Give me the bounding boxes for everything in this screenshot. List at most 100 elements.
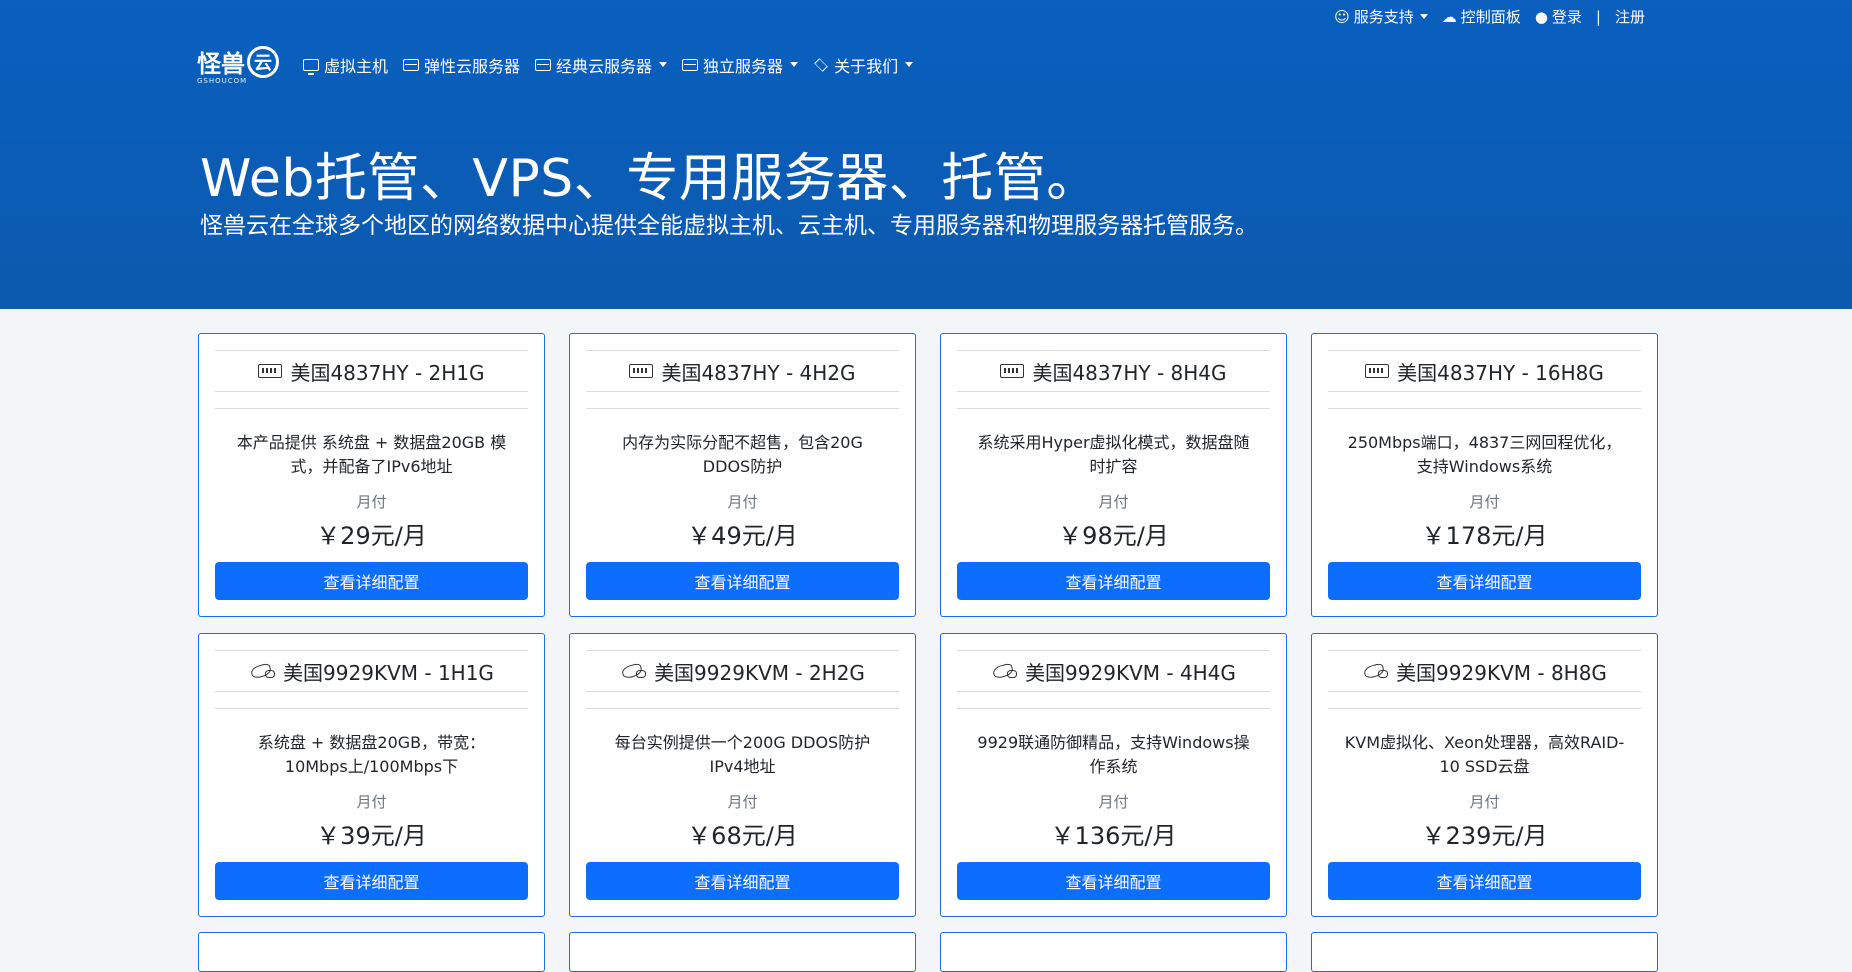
product-title: 美国4837HY - 2H1G — [215, 350, 528, 392]
product-title: 美国9929KVM - 1H1G — [215, 650, 528, 692]
dragon-icon — [991, 662, 1018, 680]
card-divider — [1328, 408, 1641, 409]
memory-icon — [1365, 364, 1390, 378]
product-title: 美国4837HY - 16H8G — [1328, 350, 1641, 392]
card-divider — [957, 408, 1270, 409]
product-card: 美国4837HY - 8H4G 系统采用Hyper虚拟化模式，数据盘随时扩容 月… — [940, 333, 1287, 617]
control-panel-label: 控制面板 — [1460, 8, 1521, 26]
nav-label: 弹性云服务器 — [424, 56, 521, 76]
product-description: 250Mbps端口，4837三网回程优化，支持Windows系统 — [1347, 433, 1622, 476]
view-details-button[interactable]: 查看详细配置 — [586, 562, 899, 600]
product-grid: 美国4837HY - 2H1G 本产品提供 系统盘 + 数据盘20GB 模式，并… — [198, 333, 1658, 917]
register-label: 注册 — [1614, 8, 1645, 26]
product-price: ￥239元/月 — [1421, 822, 1548, 850]
server-icon — [682, 58, 699, 71]
product-description: KVM虚拟化、Xeon处理器，高效RAID-10 SSD云盘 — [1344, 733, 1625, 776]
topbar-separator: | — [1595, 7, 1601, 26]
main-nav: 怪兽 云 GSHOUCOM 虚拟主机 弹性云服务器 经典云服务器 独立服务器 关… — [197, 44, 928, 85]
view-details-button[interactable]: 查看详细配置 — [957, 862, 1270, 900]
hero-header: ☺ 服务支持 ☁ 控制面板 ● 登录 | 注册 怪兽 云 GSHOUCOM 虚拟… — [0, 0, 1852, 309]
product-title: 美国4837HY - 4H2G — [586, 350, 899, 392]
card-divider — [1328, 708, 1641, 709]
card-divider — [215, 408, 528, 409]
product-price: ￥98元/月 — [1058, 522, 1169, 550]
card-divider — [957, 708, 1270, 709]
memory-icon — [629, 364, 654, 378]
dragon-icon — [249, 662, 276, 680]
product-card-partial — [569, 932, 916, 972]
product-name: 美国9929KVM - 4H4G — [1025, 660, 1236, 685]
product-card: 美国9929KVM - 1H1G 系统盘 + 数据盘20GB，带宽：10Mbps… — [198, 633, 545, 917]
nav-virtual-host[interactable]: 虚拟主机 — [303, 53, 388, 77]
billing-period: 月付 — [356, 493, 387, 511]
memory-icon — [1000, 364, 1025, 378]
card-divider — [586, 408, 899, 409]
logo-text: 怪兽 — [197, 50, 245, 78]
view-details-button[interactable]: 查看详细配置 — [215, 562, 528, 600]
product-description: 9929联通防御精品，支持Windows操作系统 — [977, 733, 1250, 776]
support-menu[interactable]: ☺ 服务支持 — [1334, 6, 1428, 27]
nav-elastic-cloud[interactable]: 弹性云服务器 — [403, 53, 520, 77]
product-name: 美国9929KVM - 8H8G — [1396, 660, 1607, 685]
control-panel-link[interactable]: ☁ 控制面板 — [1442, 6, 1521, 27]
hero-subtitle: 怪兽云在全球多个地区的网络数据中心提供全能虚拟主机、云主机、专用服务器和物理服务… — [200, 213, 1258, 239]
login-link[interactable]: ● 登录 — [1535, 6, 1582, 27]
view-details-button[interactable]: 查看详细配置 — [1328, 862, 1641, 900]
chevron-down-icon — [905, 62, 914, 67]
product-description: 系统盘 + 数据盘20GB，带宽：10Mbps上/100Mbps下 — [257, 733, 486, 776]
login-label: 登录 — [1551, 8, 1582, 26]
product-price: ￥29元/月 — [316, 522, 427, 550]
support-label: 服务支持 — [1353, 8, 1414, 26]
product-price: ￥68元/月 — [687, 822, 798, 850]
dragon-icon — [620, 662, 647, 680]
logo-subtext: GSHOUCOM — [197, 77, 248, 85]
nav-label: 虚拟主机 — [324, 56, 389, 76]
billing-period: 月付 — [1469, 493, 1500, 511]
chevron-down-icon — [659, 62, 668, 67]
product-card: 美国9929KVM - 2H2G 每台实例提供一个200G DDOS防护IPv4… — [569, 633, 916, 917]
nav-classic-cloud[interactable]: 经典云服务器 — [535, 53, 668, 77]
view-details-button[interactable]: 查看详细配置 — [957, 562, 1270, 600]
product-description: 本产品提供 系统盘 + 数据盘20GB 模式，并配备了IPv6地址 — [236, 433, 507, 476]
product-name: 美国4837HY - 8H4G — [1032, 360, 1227, 385]
chevron-down-icon — [1419, 14, 1428, 19]
product-price: ￥39元/月 — [316, 822, 427, 850]
card-divider — [586, 708, 899, 709]
product-name: 美国9929KVM - 2H2G — [654, 660, 865, 685]
product-name: 美国4837HY - 2H1G — [290, 360, 485, 385]
product-card-partial — [198, 932, 545, 972]
view-details-button[interactable]: 查看详细配置 — [215, 862, 528, 900]
view-details-button[interactable]: 查看详细配置 — [1328, 562, 1641, 600]
billing-period: 月付 — [727, 493, 758, 511]
product-title: 美国9929KVM - 4H4G — [957, 650, 1270, 692]
product-title: 美国9929KVM - 2H2G — [586, 650, 899, 692]
view-details-button[interactable]: 查看详细配置 — [586, 862, 899, 900]
nav-label: 独立服务器 — [703, 56, 784, 76]
headset-icon: ☺ — [1334, 7, 1350, 26]
server-icon — [535, 58, 552, 71]
product-name: 美国9929KVM - 1H1G — [283, 660, 494, 685]
logo-cloud-mark: 云 — [247, 45, 279, 78]
dragon-icon — [1362, 662, 1389, 680]
product-card: 美国4837HY - 2H1G 本产品提供 系统盘 + 数据盘20GB 模式，并… — [198, 333, 545, 617]
product-card: 美国9929KVM - 8H8G KVM虚拟化、Xeon处理器，高效RAID-1… — [1311, 633, 1658, 917]
product-description: 每台实例提供一个200G DDOS防护IPv4地址 — [614, 733, 871, 776]
billing-period: 月付 — [727, 793, 758, 811]
product-card-partial — [940, 932, 1287, 972]
memory-icon — [258, 364, 283, 378]
site-logo[interactable]: 怪兽 云 GSHOUCOM — [197, 44, 279, 85]
billing-period: 月付 — [1469, 793, 1500, 811]
hero-title: Web托管、VPS、专用服务器、托管。 — [200, 149, 1099, 209]
product-price: ￥178元/月 — [1421, 522, 1548, 550]
register-link[interactable]: 注册 — [1615, 6, 1645, 27]
product-description: 内存为实际分配不超售，包含20G DDOS防护 — [622, 433, 863, 476]
chevron-down-icon — [790, 62, 799, 67]
product-card: 美国4837HY - 16H8G 250Mbps端口，4837三网回程优化，支持… — [1311, 333, 1658, 617]
nav-dedicated-server[interactable]: 独立服务器 — [682, 53, 799, 77]
billing-period: 月付 — [1098, 793, 1129, 811]
layers-icon — [813, 58, 829, 72]
product-title: 美国4837HY - 8H4G — [957, 350, 1270, 392]
billing-period: 月付 — [356, 793, 387, 811]
product-name: 美国4837HY - 4H2G — [661, 360, 856, 385]
nav-about-us[interactable]: 关于我们 — [813, 53, 914, 77]
